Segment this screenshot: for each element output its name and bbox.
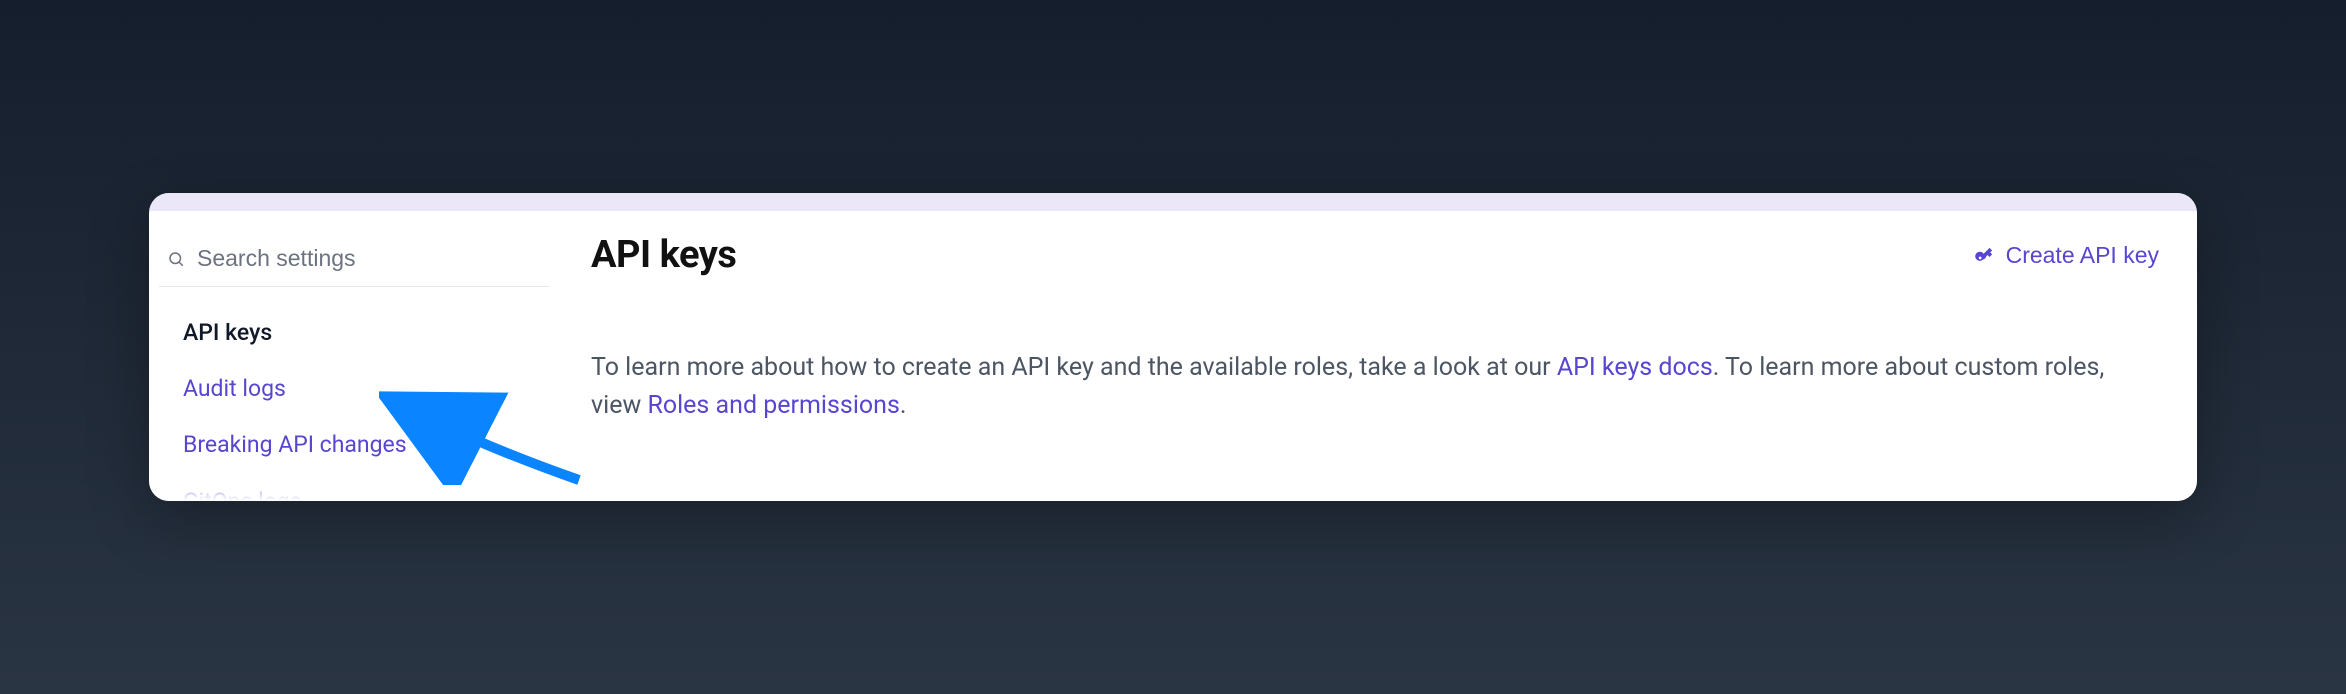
settings-card: API keys Audit logs Breaking API changes…	[149, 193, 2197, 501]
roles-permissions-link[interactable]: Roles and permissions	[647, 391, 899, 420]
search-row	[159, 241, 549, 287]
page-title: API keys	[591, 233, 736, 277]
create-api-key-button[interactable]: Create API key	[1974, 242, 2159, 269]
sidebar-item-api-keys[interactable]: API keys	[183, 305, 549, 361]
sidebar-item-gitops-logs[interactable]: GitOps logs	[183, 474, 549, 501]
settings-sidebar: API keys Audit logs Breaking API changes…	[149, 211, 549, 501]
top-accent-bar	[149, 193, 2197, 211]
main-content: API keys Create API key To learn more ab…	[549, 211, 2197, 501]
main-header: API keys Create API key	[591, 233, 2159, 277]
nav-list: API keys Audit logs Breaking API changes…	[159, 287, 549, 501]
description-text: To learn more about how to create an API…	[591, 349, 2131, 424]
desc-part3: .	[900, 391, 907, 420]
create-api-key-label: Create API key	[2006, 242, 2159, 269]
api-keys-docs-link[interactable]: API keys docs	[1557, 353, 1713, 382]
sidebar-item-audit-logs[interactable]: Audit logs	[183, 361, 549, 417]
key-icon	[1974, 244, 1996, 266]
desc-part1: To learn more about how to create an API…	[591, 353, 1557, 382]
sidebar-item-breaking-api-changes[interactable]: Breaking API changes	[183, 417, 549, 473]
content-wrapper: API keys Audit logs Breaking API changes…	[149, 211, 2197, 501]
search-input[interactable]	[197, 245, 541, 272]
search-icon	[167, 250, 185, 268]
